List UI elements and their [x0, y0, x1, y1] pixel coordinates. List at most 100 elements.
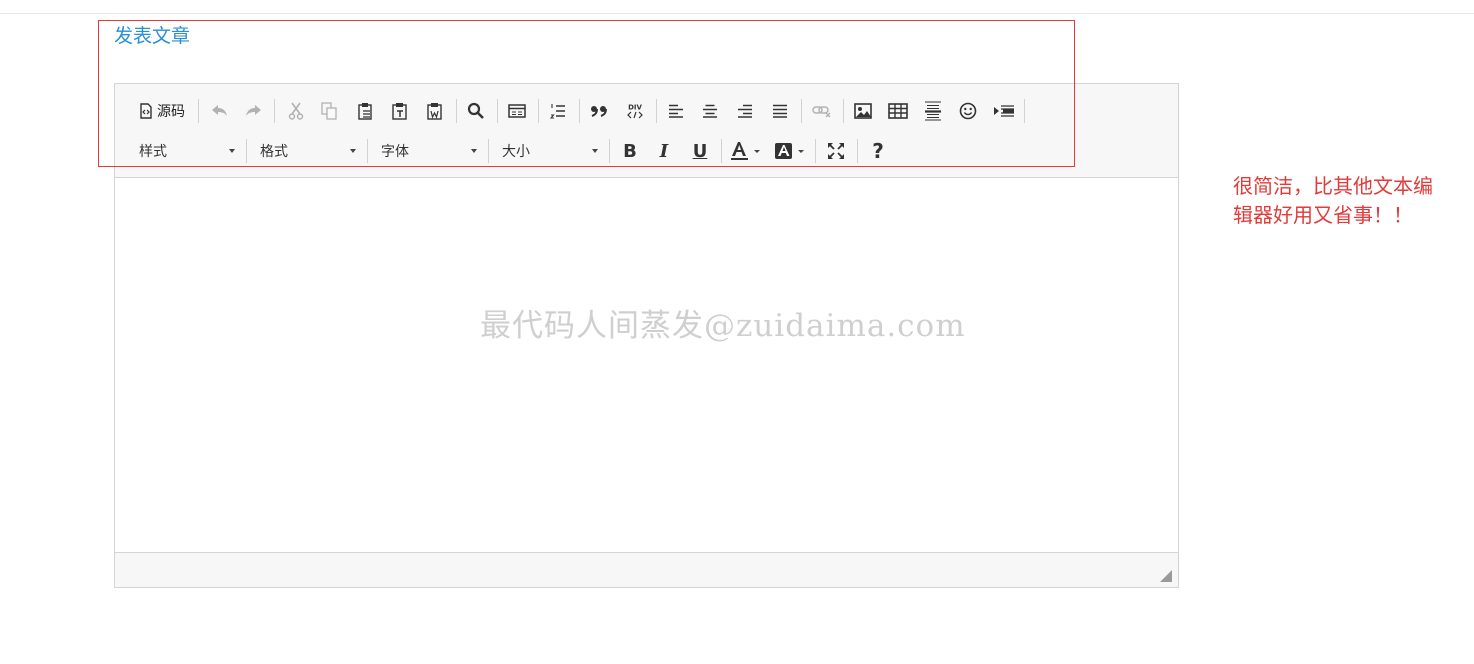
paste-word-icon [427, 103, 442, 120]
align-center-button[interactable] [695, 97, 725, 125]
horizontal-rule-button[interactable] [918, 97, 948, 125]
undo-icon [212, 105, 227, 116]
maximize-icon [828, 143, 844, 159]
source-icon [140, 103, 152, 119]
annotation-note-line-1: 很简洁，比其他文本编 [1233, 174, 1433, 198]
chevron-down-icon [592, 149, 598, 153]
toolbar-separator [274, 99, 275, 123]
toolbar-separator [579, 99, 580, 123]
resize-handle-icon[interactable] [1160, 570, 1172, 582]
toolbar-separator [843, 99, 844, 123]
horizontal-rule-icon [925, 101, 941, 121]
paste-word-button[interactable] [420, 97, 450, 125]
editor-content-area[interactable]: 最代码人间蒸发@zuidaima.com [115, 178, 1178, 553]
editor-toolbar: 源码 DIV 样式 格式 字体 大小 B I U ? [115, 84, 1178, 178]
italic-button[interactable]: I [649, 137, 679, 165]
toolbar-separator [857, 139, 858, 163]
div-container-button[interactable]: DIV [620, 97, 650, 125]
watermark-text: 最代码人间蒸发@zuidaima.com [480, 308, 966, 344]
page-title: 发表文章 [114, 25, 191, 47]
size-combo[interactable]: 大小 [492, 137, 606, 165]
align-left-icon [669, 104, 683, 118]
annotation-note-line-2: 辑器好用又省事！！ [1233, 203, 1413, 227]
form-icon [508, 104, 526, 118]
toolbar-separator [497, 99, 498, 123]
toolbar-separator [815, 139, 816, 163]
paste-text-icon [392, 103, 407, 120]
align-right-button[interactable] [730, 97, 760, 125]
undo-button[interactable] [205, 97, 235, 125]
help-button[interactable]: ? [863, 137, 893, 165]
size-combo-label: 大小 [502, 144, 530, 160]
table-icon [888, 103, 908, 119]
background-color-button[interactable] [771, 137, 809, 165]
unlink-button[interactable] [807, 97, 837, 125]
italic-icon: I [659, 140, 669, 162]
toolbar-separator [198, 99, 199, 123]
format-combo-label: 格式 [260, 144, 288, 160]
quote-icon [591, 106, 607, 117]
smiley-icon [959, 102, 977, 120]
div-icon: DIV [627, 104, 643, 119]
numbered-list-button[interactable] [543, 97, 573, 125]
format-combo[interactable]: 格式 [250, 137, 364, 165]
bold-button[interactable]: B [615, 137, 645, 165]
align-center-icon [703, 104, 717, 118]
text-color-icon [731, 142, 760, 160]
font-combo[interactable]: 字体 [371, 137, 485, 165]
toolbar-separator [456, 99, 457, 123]
align-left-button[interactable] [661, 97, 691, 125]
top-divider [0, 13, 1474, 14]
maximize-button[interactable] [821, 137, 851, 165]
page-break-icon [994, 105, 1014, 117]
image-button[interactable] [848, 97, 878, 125]
chevron-down-icon [471, 149, 477, 153]
chevron-down-icon [229, 149, 235, 153]
page-break-button[interactable] [988, 97, 1020, 125]
style-combo[interactable]: 样式 [129, 137, 243, 165]
form-button[interactable] [502, 97, 532, 125]
toolbar-separator [801, 99, 802, 123]
toolbar-separator [609, 139, 610, 163]
blockquote-button[interactable] [584, 97, 614, 125]
underline-icon: U [692, 140, 708, 162]
cut-button[interactable] [281, 97, 311, 125]
cut-icon [288, 102, 304, 120]
redo-icon [246, 105, 261, 116]
find-button[interactable] [461, 97, 491, 125]
toolbar-separator [246, 139, 247, 163]
svg-text:DIV: DIV [628, 104, 642, 112]
align-justify-icon [773, 104, 787, 118]
bold-icon: B [623, 140, 637, 162]
unlink-icon [812, 106, 831, 118]
align-justify-button[interactable] [765, 97, 795, 125]
source-button[interactable]: 源码 [133, 97, 191, 125]
align-right-icon [738, 104, 752, 118]
table-button[interactable] [883, 97, 913, 125]
help-icon: ? [872, 139, 884, 163]
rich-text-editor: 源码 DIV 样式 格式 字体 大小 B I U ? 最代码人间蒸发@zuida… [114, 83, 1179, 588]
toolbar-separator [656, 99, 657, 123]
toolbar-separator [721, 139, 722, 163]
toolbar-separator [538, 99, 539, 123]
background-color-icon [775, 143, 804, 159]
toolbar-separator [1024, 99, 1025, 123]
annotation-note: 很简洁，比其他文本编 辑器好用又省事！！ [1233, 172, 1468, 230]
chevron-down-icon [350, 149, 356, 153]
toolbar-separator [488, 139, 489, 163]
paste-text-button[interactable] [385, 97, 415, 125]
copy-button[interactable] [314, 97, 344, 125]
source-label: 源码 [157, 104, 185, 120]
redo-button[interactable] [238, 97, 268, 125]
font-combo-label: 字体 [381, 144, 409, 160]
paste-button[interactable] [351, 97, 381, 125]
toolbar-separator [367, 139, 368, 163]
numbered-list-icon [550, 104, 565, 119]
paste-icon [358, 103, 372, 120]
text-color-button[interactable] [727, 137, 765, 165]
style-combo-label: 样式 [139, 144, 167, 160]
underline-button[interactable]: U [685, 137, 715, 165]
search-icon [467, 102, 484, 119]
image-icon [854, 103, 872, 119]
emoji-button[interactable] [953, 97, 983, 125]
